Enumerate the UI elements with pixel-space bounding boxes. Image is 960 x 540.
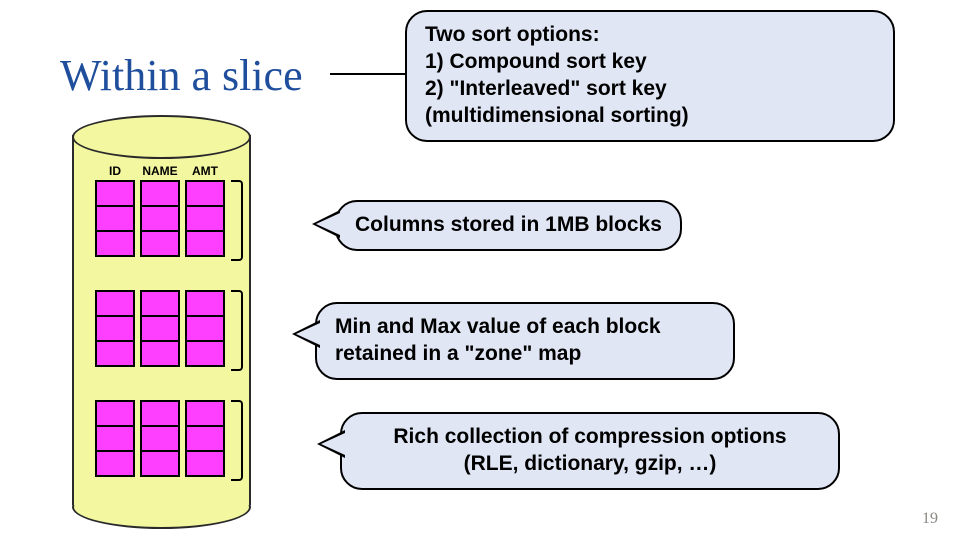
slide-title: Within a slice (60, 50, 303, 101)
column-header-id: ID (93, 164, 137, 178)
callout-zonemap: Min and Max value of each block retained… (315, 302, 735, 380)
callout-sort-options: Two sort options: 1) Compound sort key 2… (405, 10, 895, 142)
callout-compression: Rich collection of compression options (… (340, 412, 840, 490)
bracket-3 (231, 400, 243, 481)
callout-blocks: Columns stored in 1MB blocks (335, 200, 682, 251)
bracket-2 (231, 290, 243, 371)
bracket-1 (231, 180, 243, 261)
page-number: 19 (922, 510, 938, 528)
connector-title-to-sort (330, 73, 408, 75)
column-header-name: NAME (138, 164, 182, 178)
column-header-amt: AMT (183, 164, 227, 178)
cylinder-top (72, 115, 251, 159)
